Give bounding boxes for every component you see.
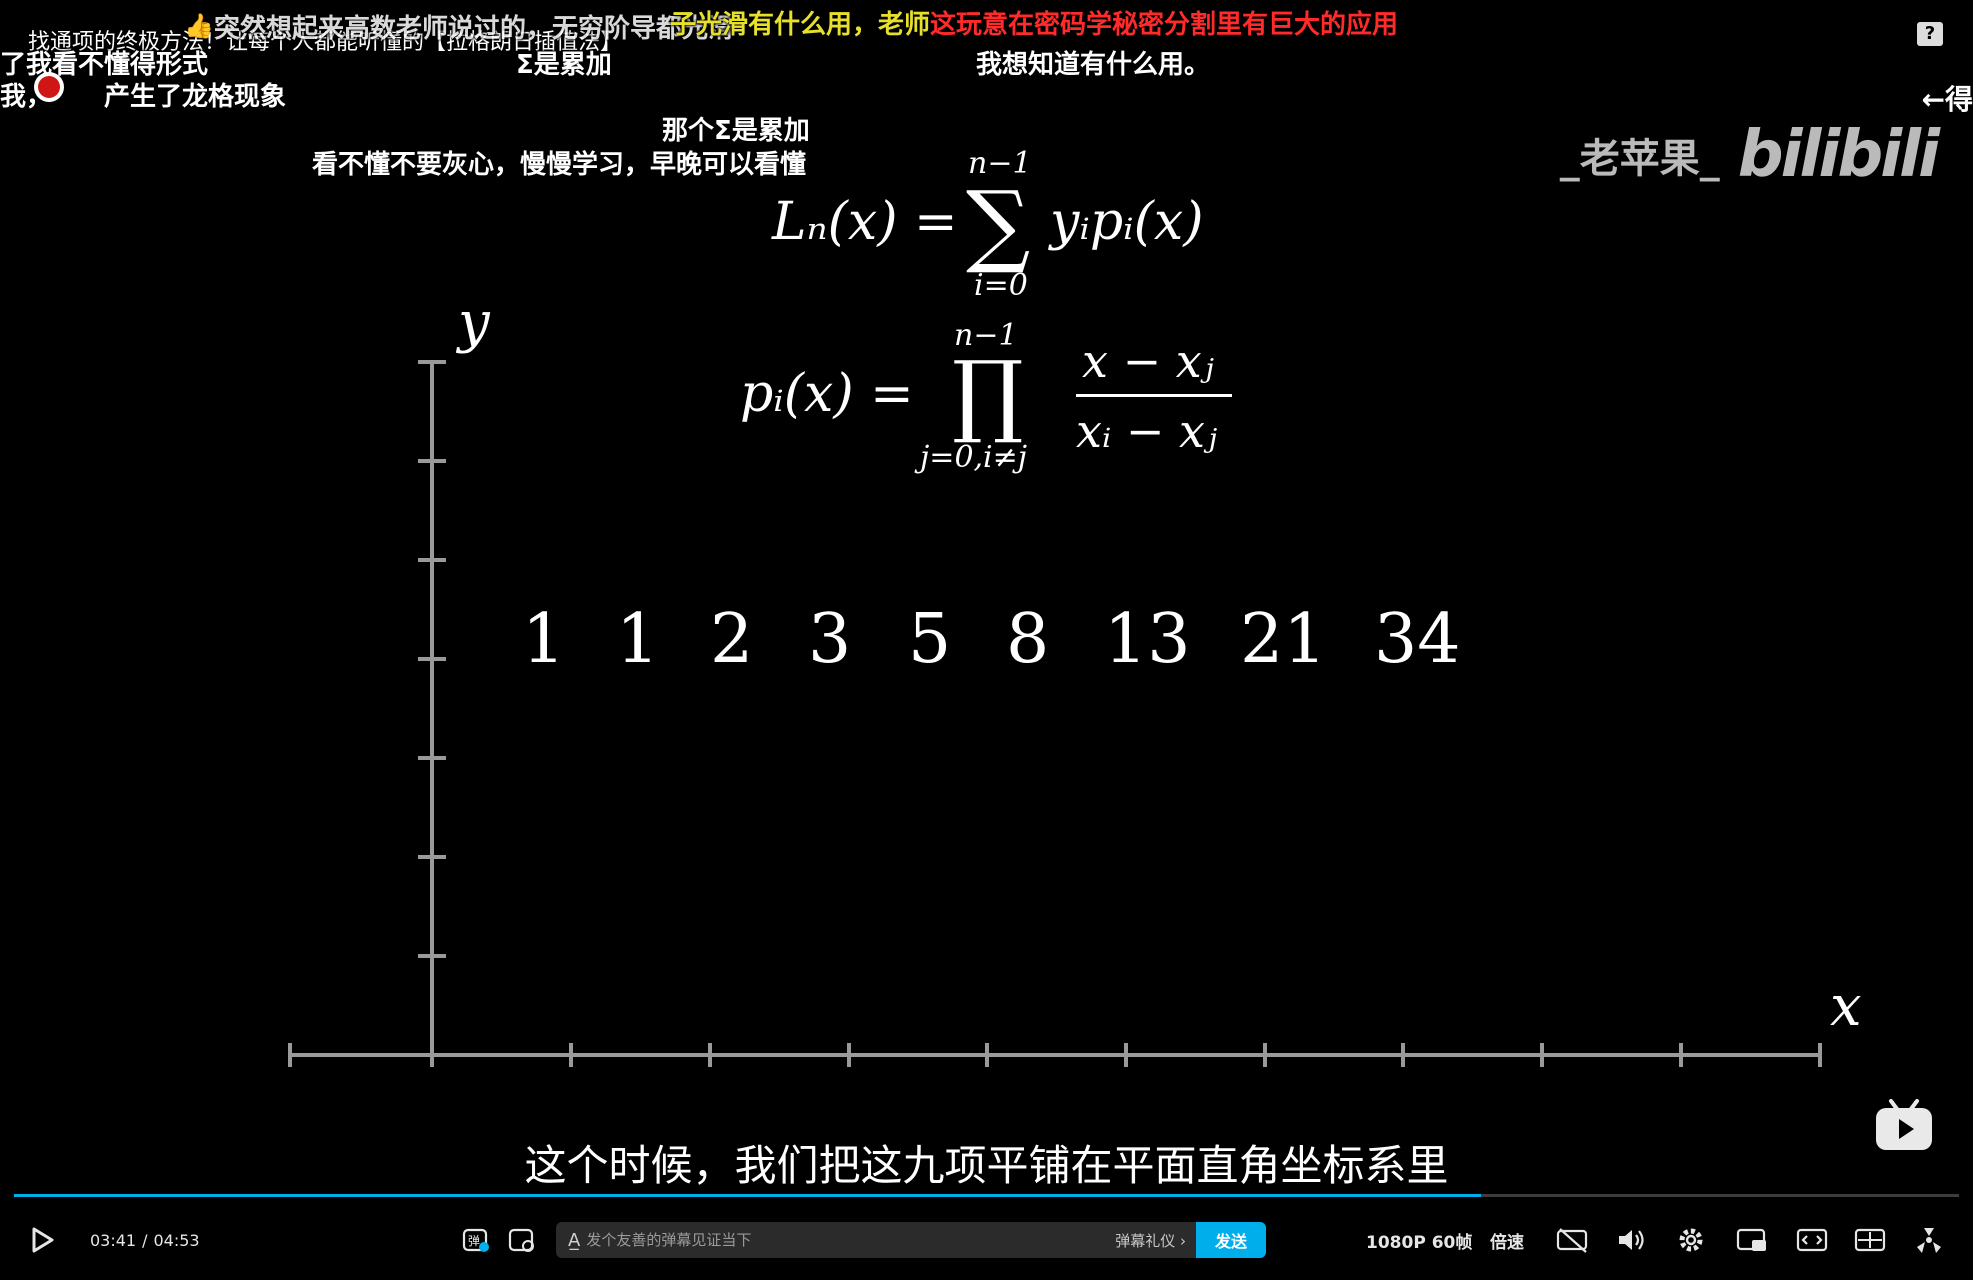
volume-button[interactable] — [1616, 1200, 1646, 1280]
play-icon — [32, 1227, 54, 1253]
subtitle: 这个时候，我们把这九项平铺在平面直角坐标系里 — [524, 1141, 1449, 1190]
text-style-icon[interactable]: A̲ — [568, 1230, 580, 1251]
svg-text:弹: 弹 — [468, 1234, 480, 1248]
danmaku-input[interactable] — [580, 1230, 1116, 1250]
speed-button[interactable]: 倍速 — [1490, 1200, 1524, 1280]
danmaku-settings-button[interactable] — [508, 1200, 536, 1280]
quality-button[interactable]: 1080P 60帧 — [1366, 1200, 1472, 1280]
web-fullscreen-icon — [1854, 1228, 1886, 1252]
pip-icon — [1736, 1228, 1766, 1251]
sequence-term: 21 — [1240, 600, 1327, 679]
picture-in-picture-button[interactable] — [1736, 1200, 1768, 1280]
subtitle-toggle-button[interactable] — [1556, 1200, 1590, 1280]
danmaku-toggle-button[interactable]: 弹 — [462, 1200, 490, 1280]
coordinate-axes — [288, 360, 1822, 1067]
web-fullscreen-button[interactable] — [1854, 1200, 1886, 1280]
volume-icon — [1619, 1230, 1644, 1250]
sequence-term: 1 — [522, 600, 566, 679]
widescreen-button[interactable] — [1796, 1200, 1828, 1280]
sequence-term: 2 — [710, 600, 754, 679]
y-axis-label: y — [458, 290, 490, 355]
progress-bar[interactable] — [14, 1194, 1959, 1197]
sequence-term: 3 — [808, 600, 852, 679]
x-axis-label: x — [1830, 974, 1862, 1039]
play-button[interactable] — [28, 1200, 56, 1280]
send-button[interactable]: 发送 — [1196, 1222, 1266, 1258]
subtitle-off-icon — [1556, 1228, 1588, 1253]
sequence-term: 34 — [1374, 600, 1461, 679]
time-separator: / — [142, 1230, 148, 1250]
video-frame[interactable]: 找通项的终极方法！让每个人都能听懂的【拉格朗日插值法】 了我看不懂得形式 我， … — [0, 0, 1973, 1190]
settings-button[interactable] — [1676, 1200, 1706, 1280]
danmaku-toggle-icon: 弹 — [462, 1228, 489, 1252]
widescreen-icon — [1796, 1228, 1828, 1252]
sequence-term: 5 — [908, 600, 952, 679]
progress-fill — [14, 1194, 1482, 1197]
sequence-term: 13 — [1104, 600, 1191, 679]
danmaku-input-box: A̲ 弹幕礼仪 › 发送 — [556, 1222, 1266, 1258]
control-bar: 03:41 / 04:53 弹 A̲ 弹幕礼仪 › 发送 1080P 60帧 倍… — [0, 1200, 1973, 1280]
sequence-term: 8 — [1006, 600, 1050, 679]
sequence-term: 1 — [616, 600, 660, 679]
gear-icon — [1679, 1228, 1703, 1252]
time-total: 04:53 — [153, 1230, 200, 1250]
bilibili-tv-icon[interactable] — [1875, 1098, 1933, 1152]
fullscreen-button[interactable] — [1914, 1200, 1944, 1280]
danmaku-etiquette-link[interactable]: 弹幕礼仪 › — [1115, 1230, 1186, 1251]
fullscreen-icon — [1917, 1228, 1941, 1253]
danmaku-settings-icon — [508, 1228, 534, 1252]
time-display: 03:41 / 04:53 — [90, 1200, 200, 1280]
time-current: 03:41 — [90, 1230, 137, 1250]
